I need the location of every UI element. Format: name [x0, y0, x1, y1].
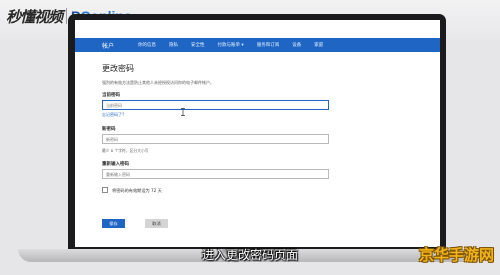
confirm-password-input[interactable]	[102, 169, 329, 179]
account-navbar: 帐户 你的信息 隐私 安全性 付款与账单 ▾ 服务和订阅 设备 家庭	[75, 38, 440, 52]
watermark-script: 秒懂视频	[6, 7, 63, 26]
nav-item-subscriptions[interactable]: 服务和订阅	[257, 42, 280, 48]
save-button[interactable]: 保存	[102, 219, 125, 228]
current-password-label: 当前密码	[102, 93, 120, 98]
nav-item-billing[interactable]: 付款与账单 ▾	[218, 42, 244, 48]
cancel-button[interactable]: 取消	[145, 219, 168, 228]
nav-brand[interactable]: 帐户	[75, 41, 138, 50]
nav-item-privacy[interactable]: 隐私	[169, 42, 178, 48]
page-title: 更改密码	[102, 64, 134, 73]
page-description: 强烈的有效方法是防止其他人未经授权访问你的电子邮件帐户。	[102, 80, 214, 85]
expire-password-label: 将密码的有效期设为 72 天	[112, 188, 162, 193]
nav-item-family[interactable]: 家庭	[314, 42, 323, 48]
nav-item-devices[interactable]: 设备	[292, 42, 301, 48]
forgot-password-link[interactable]: 忘记密码了?	[102, 112, 124, 118]
corner-watermark: 京华手游网	[418, 246, 494, 264]
new-password-label: 新密码	[102, 127, 116, 132]
current-password-input[interactable]	[102, 100, 329, 110]
confirm-password-label: 重新输入密码	[102, 162, 129, 167]
password-hint: 最少 8 个字符，区分大小写	[102, 148, 149, 153]
video-subtitle: 进入更改密码页面	[201, 248, 299, 262]
new-password-input[interactable]	[102, 134, 329, 144]
watermark-divider	[66, 8, 68, 24]
expire-password-checkbox[interactable]	[102, 187, 108, 193]
nav-item-security[interactable]: 安全性	[191, 42, 205, 48]
laptop-screen: 帐户 你的信息 隐私 安全性 付款与账单 ▾ 服务和订阅 设备 家庭 更改密码 …	[75, 20, 440, 247]
nav-item-info[interactable]: 你的信息	[138, 42, 156, 48]
text-cursor-icon	[181, 108, 185, 116]
